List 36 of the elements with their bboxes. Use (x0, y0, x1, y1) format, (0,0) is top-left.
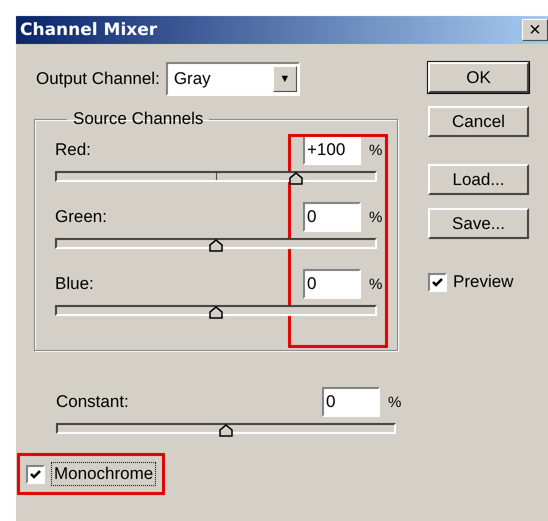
unit-label: % (369, 142, 383, 158)
slider-thumb[interactable] (209, 306, 223, 319)
percent-field[interactable]: 0 (303, 269, 361, 299)
preview-label[interactable]: Preview (453, 272, 514, 292)
slider-thumb[interactable] (219, 424, 233, 437)
channel-label: Red: (55, 140, 91, 160)
window-title: Channel Mixer (20, 20, 158, 40)
dialog-button[interactable]: Cancel (428, 106, 529, 137)
unit-label: % (369, 276, 383, 292)
checkbox[interactable] (428, 272, 447, 292)
output-channel-dropdown[interactable]: Gray ▼ (166, 62, 300, 96)
check-icon (432, 276, 443, 288)
slider-track[interactable] (55, 238, 377, 249)
dialog-button[interactable]: Save... (428, 208, 529, 239)
channel-label: Blue: (55, 274, 94, 294)
output-channel-label: Output Channel: (36, 69, 160, 89)
checkbox[interactable] (26, 464, 45, 484)
monochrome-option[interactable]: Monochrome (20, 456, 162, 492)
close-button[interactable]: × (522, 19, 548, 41)
dialog-button[interactable]: OK (428, 62, 529, 93)
percent-field[interactable]: 0 (303, 202, 361, 232)
unit-label: % (388, 394, 402, 410)
group-title: Source Channels (72, 109, 204, 129)
monochrome-label[interactable]: Monochrome (51, 462, 156, 486)
unit-label: % (369, 208, 383, 226)
slider-track[interactable] (55, 171, 377, 182)
slider-track[interactable] (55, 305, 377, 316)
percent-field[interactable]: 0 (322, 387, 380, 417)
check-icon (30, 468, 41, 480)
percent-field[interactable]: +100 (303, 135, 361, 165)
slider-thumb[interactable] (288, 172, 302, 185)
slider-track[interactable] (56, 423, 396, 434)
dialog-button[interactable]: Load... (428, 164, 529, 195)
constant-label: Constant: (56, 392, 129, 412)
channel-label: Green: (55, 207, 107, 227)
slider-thumb[interactable] (209, 239, 223, 252)
